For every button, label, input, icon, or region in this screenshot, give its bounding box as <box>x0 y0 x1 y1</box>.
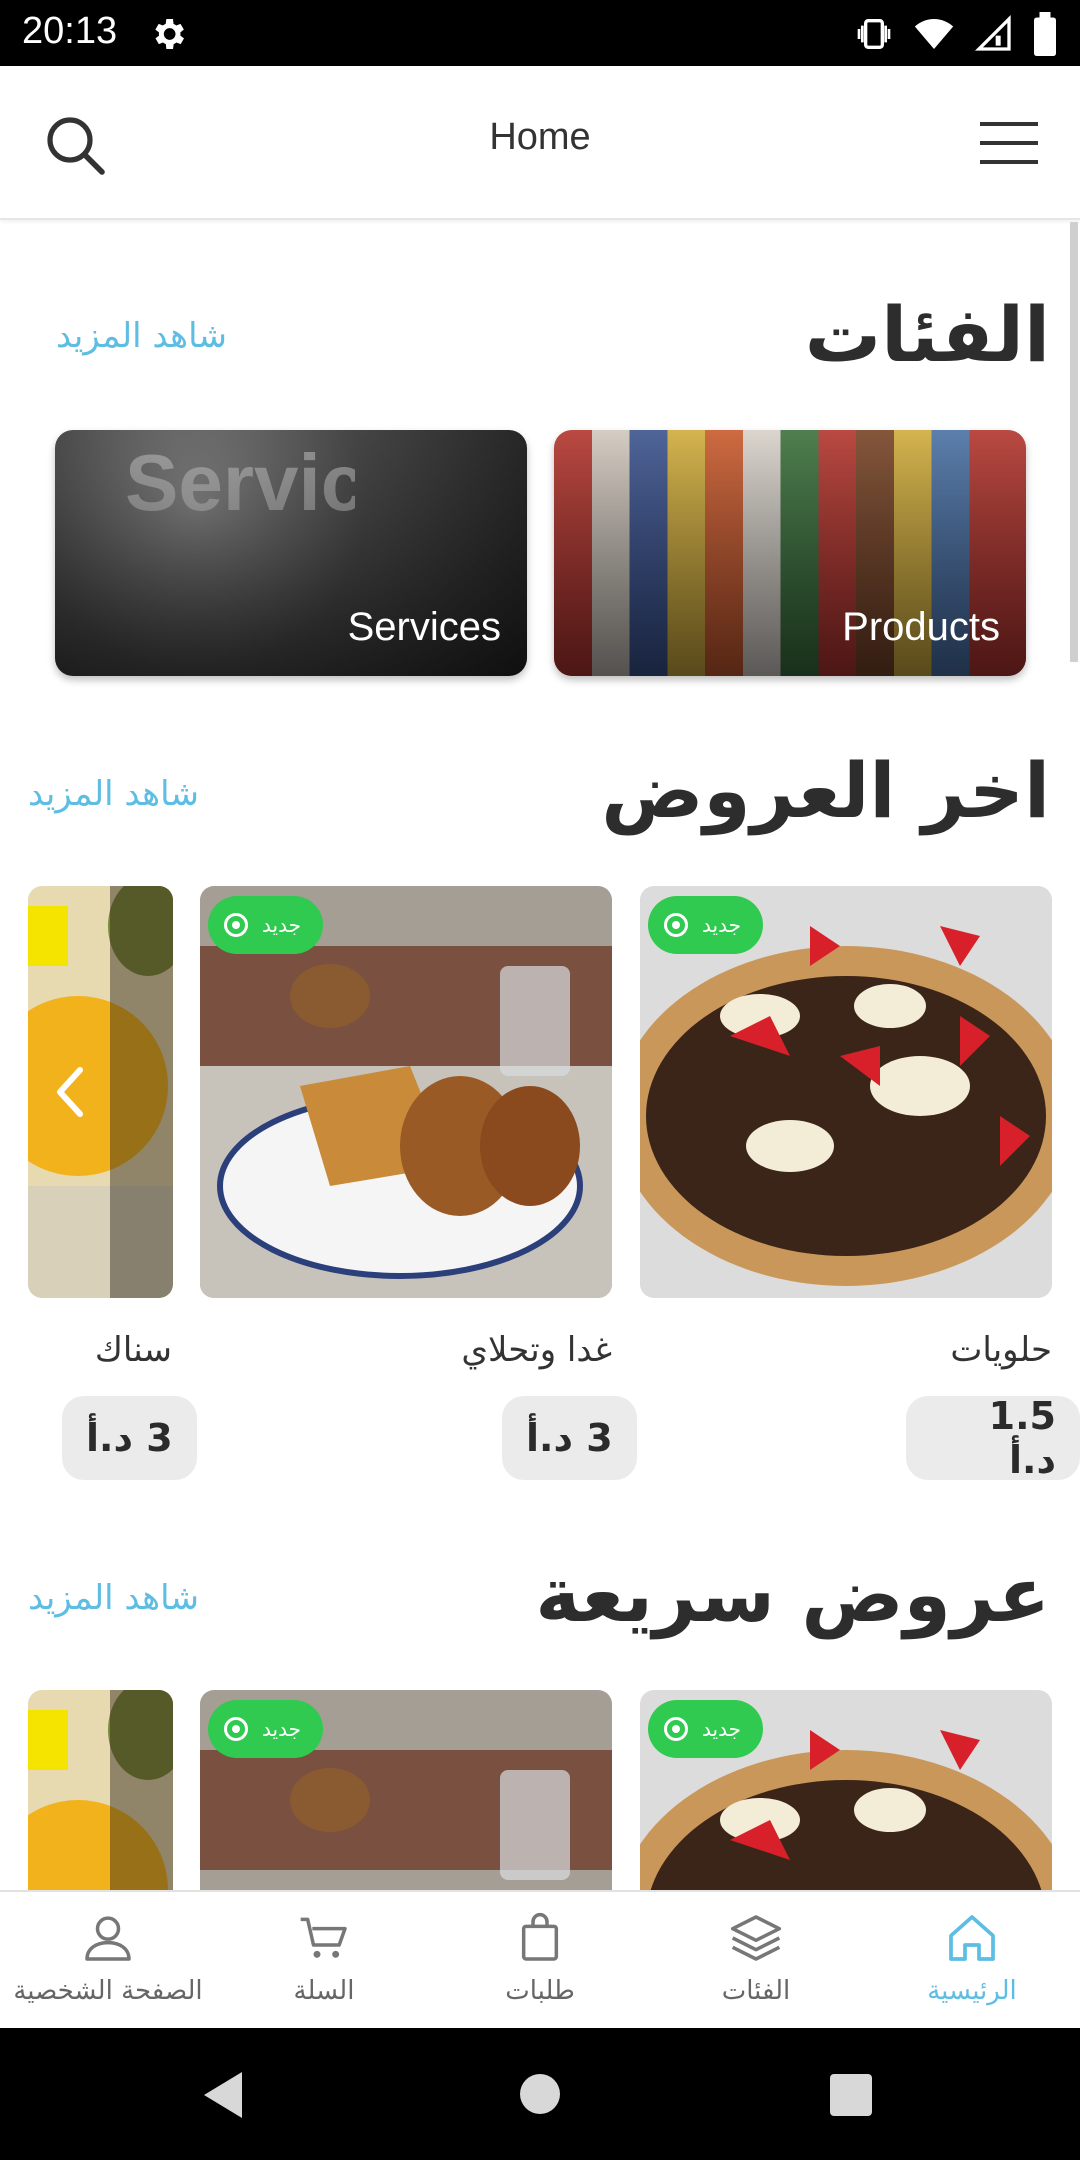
home-circle-icon[interactable] <box>518 2072 562 2116</box>
nav-label: الفئات <box>721 1976 791 2006</box>
new-badge: جديد <box>648 896 763 954</box>
bottom-navigation: الرئيسية الفئات طلبات السلة الصفحة الشخص… <box>0 1890 1080 2028</box>
nav-label: طلبات <box>505 1976 575 2006</box>
offer-name: غدا وتحلاي <box>461 1330 612 1370</box>
radio-dot-icon <box>224 1717 248 1741</box>
category-card-products[interactable]: Products <box>554 430 1026 676</box>
offer-price: 3 د.أ <box>62 1396 197 1480</box>
offer-card-lunch[interactable]: جديد <box>200 886 612 1298</box>
wifi-icon <box>914 19 954 49</box>
quick-offer-card-1[interactable]: جديد <box>640 1690 1052 1890</box>
category-label: Services <box>347 605 501 649</box>
categories-see-more-link[interactable]: شاهد المزيد <box>56 316 227 356</box>
quick-offers-title: عروض سريعة <box>535 1550 1050 1639</box>
nav-item-orders[interactable]: طلبات <box>432 1892 648 2030</box>
category-label: Products <box>842 605 1000 649</box>
nav-item-categories[interactable]: الفئات <box>648 1892 864 2030</box>
offer-card-desserts[interactable]: جديد <box>640 886 1052 1298</box>
categories-section-title: الفئات <box>804 290 1050 379</box>
layers-icon <box>730 1915 782 1961</box>
carousel-prev-arrow-icon[interactable] <box>40 1052 100 1132</box>
recents-icon[interactable] <box>830 2074 872 2116</box>
offer-price: 3 د.أ <box>502 1396 637 1480</box>
hamburger-menu-icon[interactable] <box>980 118 1038 168</box>
new-badge: جديد <box>648 1700 763 1758</box>
battery-icon <box>1034 12 1056 56</box>
bag-icon <box>521 1912 559 1961</box>
home-icon <box>949 1915 995 1961</box>
quick-offers-see-more-link[interactable]: شاهد المزيد <box>28 1578 199 1618</box>
latest-offers-title: اخر العروض <box>601 746 1050 835</box>
radio-dot-icon <box>224 913 248 937</box>
radio-dot-icon <box>664 1717 688 1741</box>
category-card-services[interactable]: Service Services <box>55 430 527 676</box>
nav-item-profile[interactable]: الصفحة الشخصية <box>0 1892 216 2030</box>
quick-offer-card-3[interactable] <box>28 1690 173 1890</box>
status-time: 20:13 <box>22 10 118 52</box>
system-navigation-bar <box>0 2028 1080 2160</box>
new-badge: جديد <box>208 896 323 954</box>
signal-icon <box>974 14 1011 51</box>
page-title: Home <box>489 116 591 158</box>
cart-icon <box>300 1917 347 1958</box>
quick-offer-card-2[interactable]: جديد <box>200 1690 612 1890</box>
new-badge: جديد <box>208 1700 323 1758</box>
offer-name: حلويات <box>950 1330 1052 1370</box>
nav-label: الرئيسية <box>927 1976 1017 2006</box>
user-icon <box>85 1916 131 1961</box>
status-bar: 20:13 <box>0 0 1080 66</box>
nav-item-cart[interactable]: السلة <box>216 1892 432 2030</box>
radio-dot-icon <box>664 913 688 937</box>
nav-label: الصفحة الشخصية <box>13 1976 203 2006</box>
offer-name: سناك <box>94 1330 172 1370</box>
vibrate-icon <box>857 19 891 49</box>
app-bar: Home <box>0 66 1080 220</box>
nav-item-home[interactable]: الرئيسية <box>864 1892 1080 2030</box>
status-icons <box>854 12 1058 56</box>
nav-label: السلة <box>293 1976 355 2006</box>
back-icon[interactable] <box>200 2070 248 2120</box>
offer-price: 1.5 د.أ <box>906 1394 1080 1482</box>
latest-offers-see-more-link[interactable]: شاهد المزيد <box>28 774 199 814</box>
settings-gear-icon <box>155 19 184 49</box>
scrollbar[interactable] <box>1070 222 1078 662</box>
